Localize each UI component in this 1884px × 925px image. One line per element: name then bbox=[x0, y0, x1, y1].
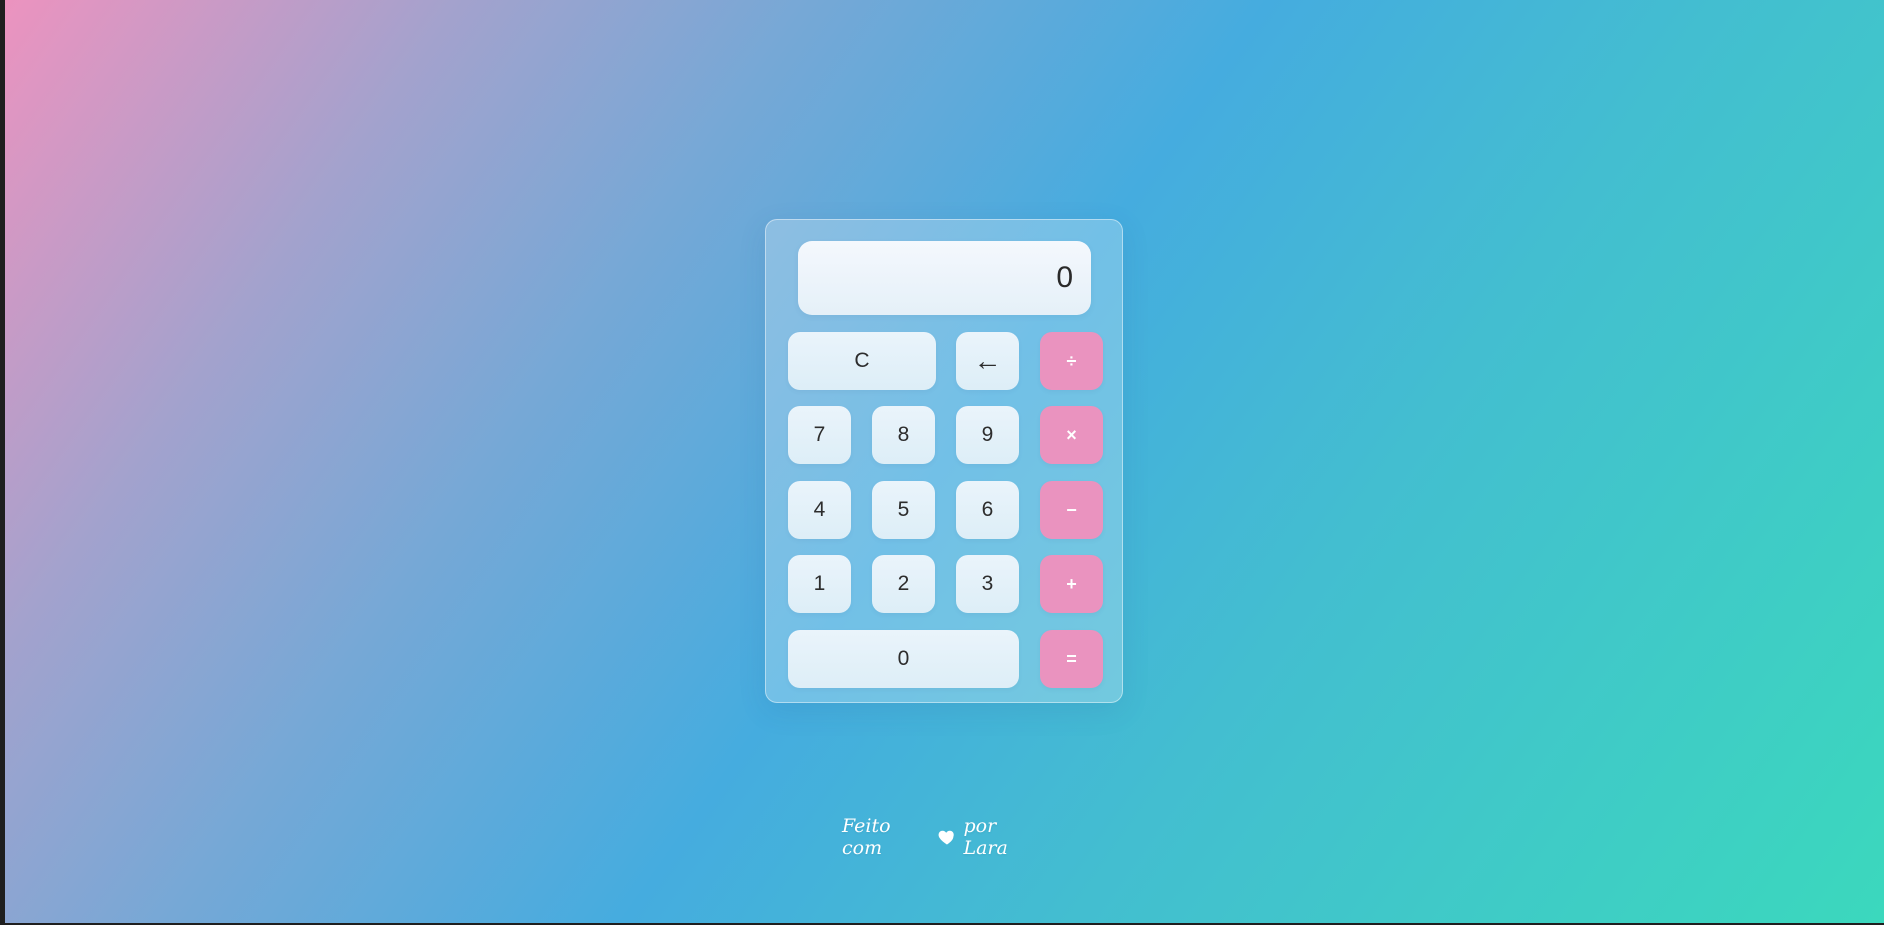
multiply-button[interactable]: × bbox=[1040, 406, 1103, 464]
digit-2-button[interactable]: 2 bbox=[872, 555, 935, 613]
digit-7-button[interactable]: 7 bbox=[788, 406, 851, 464]
digit-1-button[interactable]: 1 bbox=[788, 555, 851, 613]
digit-8-button[interactable]: 8 bbox=[872, 406, 935, 464]
add-button[interactable]: + bbox=[1040, 555, 1103, 613]
footer-text-before: Feito com bbox=[842, 815, 891, 859]
digit-5-button[interactable]: 5 bbox=[872, 481, 935, 539]
display-value: 0 bbox=[1056, 261, 1073, 294]
digit-6-button[interactable]: 6 bbox=[956, 481, 1019, 539]
subtract-button[interactable]: − bbox=[1040, 481, 1103, 539]
footer-text-after: por Lara bbox=[963, 815, 1008, 859]
footer-credit: Feito com por Lara bbox=[842, 815, 1042, 859]
backspace-button[interactable]: ← bbox=[956, 332, 1019, 390]
divide-button[interactable]: ÷ bbox=[1040, 332, 1103, 390]
digit-4-button[interactable]: 4 bbox=[788, 481, 851, 539]
equals-button[interactable]: = bbox=[1040, 630, 1103, 688]
digit-3-button[interactable]: 3 bbox=[956, 555, 1019, 613]
heart-icon bbox=[937, 827, 957, 847]
digit-9-button[interactable]: 9 bbox=[956, 406, 1019, 464]
calculator: 0 C ← ÷ 7 8 9 × 4 5 6 − 1 2 3 + 0 = bbox=[765, 219, 1123, 703]
calculator-display: 0 bbox=[798, 241, 1091, 315]
clear-button[interactable]: C bbox=[788, 332, 936, 390]
digit-0-button[interactable]: 0 bbox=[788, 630, 1019, 688]
